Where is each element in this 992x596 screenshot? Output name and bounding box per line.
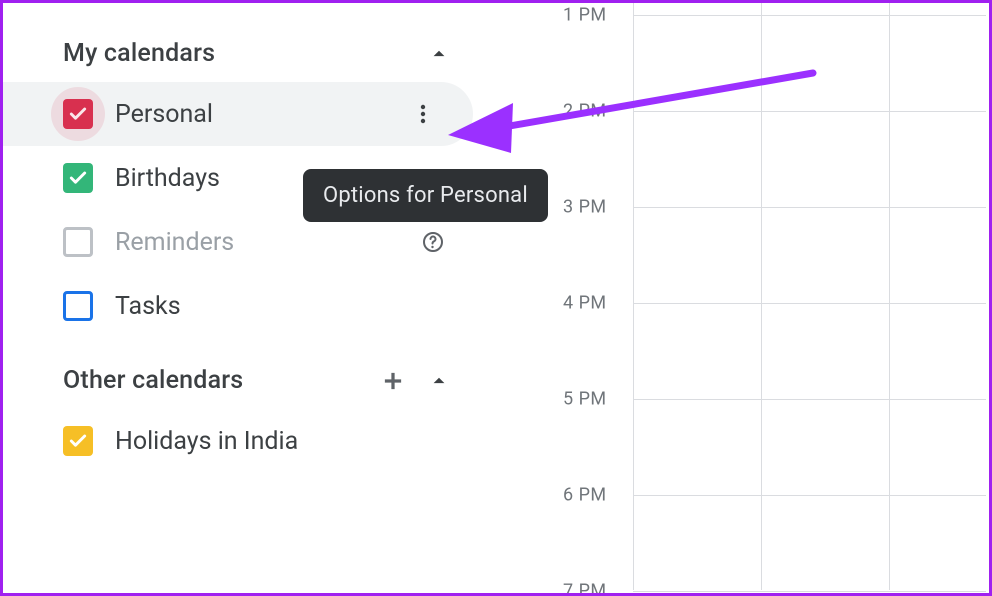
sidebar: My calendars PersonalBirthdaysRemindersT… <box>3 3 483 593</box>
calendar-item-holidays-in-india[interactable]: Holidays in India <box>3 409 483 473</box>
calendar-checkbox[interactable] <box>63 426 93 456</box>
plus-icon[interactable] <box>379 367 407 395</box>
calendar-checkbox[interactable] <box>63 227 93 257</box>
calendar-label: Reminders <box>115 228 413 257</box>
hour-gridline <box>633 495 986 496</box>
hour-label: 7 PM <box>563 581 607 596</box>
hour-gridline <box>633 111 986 112</box>
options-tooltip: Options for Personal <box>303 169 548 222</box>
day-column-line <box>761 3 762 590</box>
hour-gridline <box>633 15 986 16</box>
my-calendars-title: My calendars <box>63 39 215 68</box>
hour-gridline <box>633 399 986 400</box>
day-column-line <box>889 3 890 590</box>
chevron-up-icon[interactable] <box>425 40 453 68</box>
day-column-line <box>633 3 634 590</box>
hour-label: 6 PM <box>563 485 607 506</box>
calendar-checkbox[interactable] <box>63 163 93 193</box>
chevron-up-icon[interactable] <box>425 367 453 395</box>
hour-label: 4 PM <box>563 293 607 314</box>
kebab-icon[interactable] <box>403 94 443 134</box>
calendar-checkbox[interactable] <box>63 99 93 129</box>
calendar-label: Tasks <box>115 292 453 321</box>
calendar-grid[interactable]: 1 PM2 PM3 PM4 PM5 PM6 PM7 PM <box>563 3 986 590</box>
other-calendars-title: Other calendars <box>63 366 243 395</box>
hour-label: 5 PM <box>563 389 607 410</box>
hour-label: 3 PM <box>563 197 607 218</box>
calendar-checkbox[interactable] <box>63 291 93 321</box>
help-icon[interactable] <box>413 222 453 262</box>
calendar-item-tasks[interactable]: Tasks <box>3 274 483 338</box>
my-calendars-header[interactable]: My calendars <box>3 31 483 76</box>
hour-gridline <box>633 207 986 208</box>
hour-gridline <box>633 591 986 592</box>
calendar-item-personal[interactable]: Personal <box>3 82 473 146</box>
calendar-label: Holidays in India <box>115 427 453 456</box>
hour-label: 1 PM <box>563 5 607 26</box>
hour-gridline <box>633 303 986 304</box>
other-calendars-header[interactable]: Other calendars <box>3 358 483 403</box>
hour-label: 2 PM <box>563 101 607 122</box>
calendar-label: Personal <box>115 100 403 129</box>
other-calendars-list: Holidays in India <box>3 403 483 473</box>
